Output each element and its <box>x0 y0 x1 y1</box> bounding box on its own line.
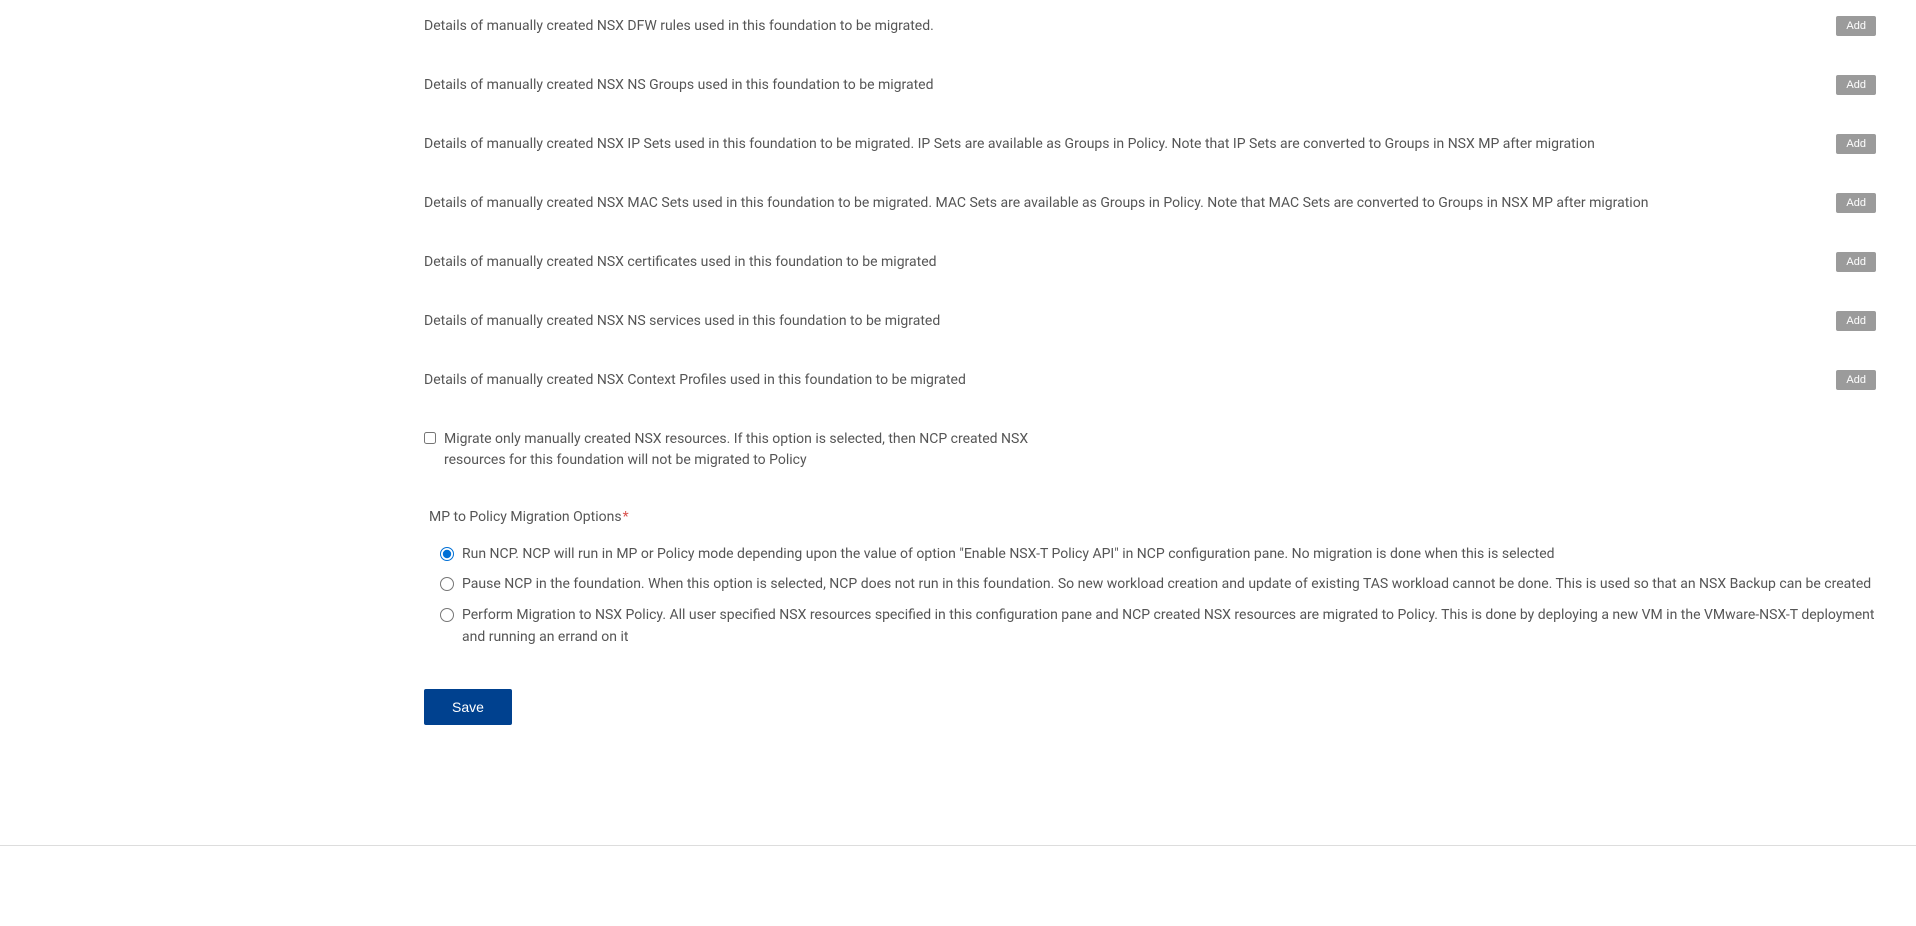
add-button-ns-services[interactable]: Add <box>1836 311 1876 331</box>
field-label-context-profiles: Details of manually created NSX Context … <box>424 370 1812 391</box>
radio-run-ncp: Run NCP. NCP will run in MP or Policy mo… <box>440 543 1876 565</box>
add-button-ns-groups[interactable]: Add <box>1836 75 1876 95</box>
migration-options-heading-text: MP to Policy Migration Options <box>429 509 622 525</box>
radio-input-run-ncp[interactable] <box>440 547 454 561</box>
field-ip-sets: Details of manually created NSX IP Sets … <box>424 134 1876 155</box>
migration-options-heading: MP to Policy Migration Options* <box>429 509 1876 525</box>
field-context-profiles: Details of manually created NSX Context … <box>424 370 1876 391</box>
add-button-dfw-rules[interactable]: Add <box>1836 16 1876 36</box>
field-label-ns-groups: Details of manually created NSX NS Group… <box>424 75 1812 96</box>
radio-input-pause-ncp[interactable] <box>440 577 454 591</box>
field-label-dfw-rules: Details of manually created NSX DFW rule… <box>424 16 1812 37</box>
field-certificates: Details of manually created NSX certific… <box>424 252 1876 273</box>
add-button-ip-sets[interactable]: Add <box>1836 134 1876 154</box>
field-ns-services: Details of manually created NSX NS servi… <box>424 311 1876 332</box>
bottom-divider <box>0 845 1916 846</box>
field-label-ip-sets: Details of manually created NSX IP Sets … <box>424 134 1812 155</box>
field-label-ns-services: Details of manually created NSX NS servi… <box>424 311 1812 332</box>
radio-input-perform-migration[interactable] <box>440 608 454 622</box>
radio-label-pause-ncp: Pause NCP in the foundation. When this o… <box>462 573 1871 595</box>
required-marker: * <box>623 509 629 525</box>
field-dfw-rules: Details of manually created NSX DFW rule… <box>424 16 1876 37</box>
checkbox-label-migrate-manual-only: Migrate only manually created NSX resour… <box>444 429 1044 471</box>
field-label-certificates: Details of manually created NSX certific… <box>424 252 1812 273</box>
save-button[interactable]: Save <box>424 689 512 725</box>
field-label-mac-sets: Details of manually created NSX MAC Sets… <box>424 193 1812 214</box>
checkbox-migrate-manual-only: Migrate only manually created NSX resour… <box>424 429 1044 471</box>
field-ns-groups: Details of manually created NSX NS Group… <box>424 75 1876 96</box>
radio-label-perform-migration: Perform Migration to NSX Policy. All use… <box>462 604 1876 649</box>
field-mac-sets: Details of manually created NSX MAC Sets… <box>424 193 1876 214</box>
add-button-certificates[interactable]: Add <box>1836 252 1876 272</box>
radio-pause-ncp: Pause NCP in the foundation. When this o… <box>440 573 1876 595</box>
form-container: Details of manually created NSX DFW rule… <box>424 0 1876 765</box>
migration-options-radio-group: Run NCP. NCP will run in MP or Policy mo… <box>440 543 1876 649</box>
add-button-mac-sets[interactable]: Add <box>1836 193 1876 213</box>
radio-label-run-ncp: Run NCP. NCP will run in MP or Policy mo… <box>462 543 1555 565</box>
checkbox-input-migrate-manual-only[interactable] <box>424 432 436 444</box>
radio-perform-migration: Perform Migration to NSX Policy. All use… <box>440 604 1876 649</box>
add-button-context-profiles[interactable]: Add <box>1836 370 1876 390</box>
